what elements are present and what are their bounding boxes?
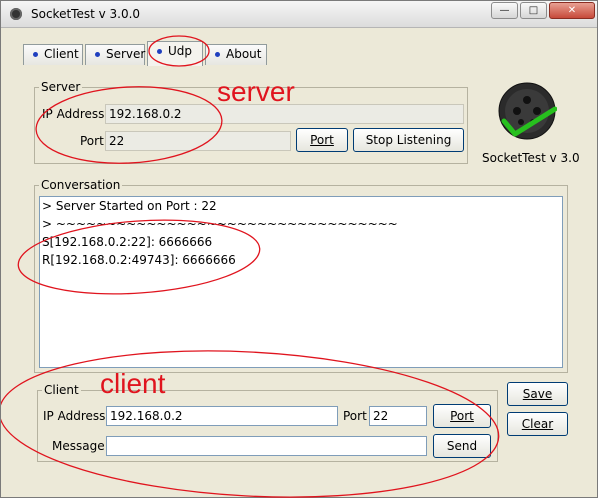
log-line: > ~~~~~~~~~~~~~~~~~~~~~~~~~~~~~~~~~~ [42, 217, 398, 231]
log-line: S[192.168.0.2:22]: 6666666 [42, 235, 213, 249]
tab-server[interactable]: Server [85, 44, 145, 65]
app-icon [10, 8, 22, 20]
client-ip-input[interactable]: 192.168.0.2 [106, 406, 338, 426]
tab-about[interactable]: About [205, 44, 267, 65]
client-port-input[interactable]: 22 [369, 406, 427, 426]
server-ip-label: IP Address [42, 107, 105, 121]
client-group-title: Client [42, 383, 81, 397]
tab-bullet-icon [95, 52, 100, 57]
server-group-title: Server [39, 80, 83, 94]
tab-bullet-icon [157, 49, 162, 54]
server-port-field[interactable]: 22 [105, 131, 291, 151]
stop-listening-button[interactable]: Stop Listening [353, 128, 464, 152]
client-annotation: client [100, 368, 166, 399]
tab-udp[interactable]: Udp [147, 41, 203, 66]
tab-bullet-icon [215, 52, 220, 57]
tab-bullet-icon [33, 52, 38, 57]
minimize-button[interactable]: — [491, 2, 518, 19]
title-bar: SocketTest v 3.0.0 — □ ✕ [1, 1, 597, 28]
socket-plug-icon [498, 82, 558, 140]
log-line: > Server Started on Port : 22 [42, 199, 217, 213]
tab-client[interactable]: Client [23, 44, 83, 65]
send-button[interactable]: Send [433, 434, 491, 458]
window-title: SocketTest v 3.0.0 [31, 7, 141, 21]
client-port-button[interactable]: Port [433, 404, 491, 428]
app-window: SocketTest v 3.0.0 — □ ✕ Client Server U… [0, 0, 598, 498]
server-ip-field[interactable]: 192.168.0.2 [105, 104, 464, 124]
clear-button[interactable]: Clear [507, 412, 568, 436]
server-port-button[interactable]: Port [296, 128, 348, 152]
server-port-label: Port [80, 134, 104, 148]
conversation-log[interactable]: > Server Started on Port : 22 > ~~~~~~~~… [39, 196, 563, 368]
client-message-label: Message [52, 439, 105, 453]
server-annotation: server [217, 76, 295, 107]
log-line: R[192.168.0.2:49743]: 6666666 [42, 253, 236, 267]
client-port-label: Port [343, 409, 367, 423]
close-button[interactable]: ✕ [549, 2, 595, 19]
socket-test-logo [497, 81, 558, 141]
save-button[interactable]: Save [507, 382, 568, 406]
maximize-button[interactable]: □ [520, 2, 547, 19]
logo-caption: SocketTest v 3.0 [482, 151, 580, 165]
conversation-group-title: Conversation [39, 178, 123, 192]
client-ip-label: IP Address [43, 409, 106, 423]
client-message-input[interactable] [106, 436, 427, 456]
